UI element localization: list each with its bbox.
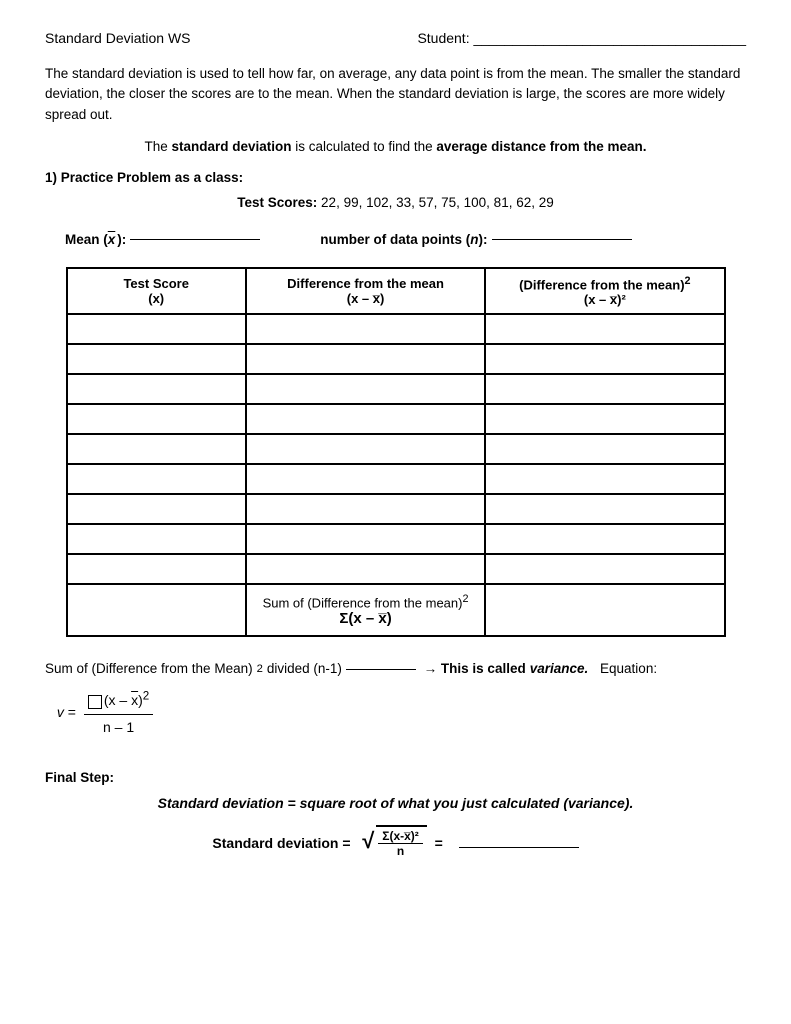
- table-row: [67, 554, 725, 584]
- sqrt-symbol: √: [362, 830, 374, 852]
- intro-paragraph: The standard deviation is used to tell h…: [45, 64, 746, 125]
- equation-label: Equation:: [600, 657, 657, 681]
- sqrt-numerator: Σ(x-x̅)²: [378, 829, 423, 844]
- page-header: Standard Deviation WS Student: _________…: [45, 30, 746, 46]
- student-field: Student: _______________________________…: [417, 30, 746, 46]
- sum-row: Sum of (Difference from the mean)2 Σ(x –…: [67, 584, 725, 636]
- sqrt-container: √ Σ(x-x̅)² n: [362, 825, 427, 858]
- test-scores-line: Test Scores: 22, 99, 102, 33, 57, 75, 10…: [45, 195, 746, 210]
- variance-section: Sum of (Difference from the Mean)2 divid…: [45, 657, 746, 739]
- mean-row: Mean (x): number of data points (n):: [65, 232, 746, 247]
- variance-sup: 2: [257, 659, 263, 679]
- frac-denominator: n – 1: [99, 715, 138, 740]
- variance-equation: v = (x – x)2 n – 1: [53, 686, 153, 740]
- final-italic-line: Standard deviation = square root of what…: [45, 795, 746, 811]
- sqrt-inner: Σ(x-x̅)² n: [376, 825, 427, 858]
- table-row: [67, 314, 725, 344]
- final-step-header: Final Step:: [45, 770, 746, 785]
- table-row: [67, 494, 725, 524]
- table-row: [67, 374, 725, 404]
- variance-arrow: → This is called: [420, 657, 526, 681]
- variance-line: Sum of (Difference from the Mean)2 divid…: [45, 657, 746, 739]
- scores-label: Test Scores:: [237, 195, 317, 210]
- sd-label: Standard deviation =: [212, 835, 350, 851]
- scores-values: 22, 99, 102, 33, 57, 75, 100, 81, 62, 29: [321, 195, 554, 210]
- col1-header: Test Score (x): [67, 268, 246, 314]
- variance-fraction: (x – x)2 n – 1: [84, 686, 153, 740]
- table-header-row: Test Score (x) Difference from the mean …: [67, 268, 725, 314]
- checkbox-square: [88, 695, 102, 709]
- table-row: [67, 434, 725, 464]
- sd-italic-post: = square root of what you just calculate…: [284, 795, 634, 811]
- table-row: [67, 404, 725, 434]
- table-row: [67, 464, 725, 494]
- bold-std-dev: standard deviation: [172, 139, 292, 154]
- data-table: Test Score (x) Difference from the mean …: [66, 267, 726, 638]
- variance-text-pre: Sum of (Difference from the Mean): [45, 657, 253, 681]
- center-description: The standard deviation is calculated to …: [45, 139, 746, 154]
- variance-text-mid: divided (n-1): [267, 657, 342, 681]
- mean-label: Mean (x):: [65, 232, 126, 247]
- npoints-label: number of data points (n):: [320, 232, 487, 247]
- mean-blank: [130, 239, 260, 240]
- table-row: [67, 524, 725, 554]
- sd-formula-line: Standard deviation = √ Σ(x-x̅)² n =: [45, 825, 746, 858]
- answer-blank: [459, 847, 579, 848]
- col2-header: Difference from the mean (x – x̅): [246, 268, 485, 314]
- center-pre: The: [145, 139, 172, 154]
- worksheet-title: Standard Deviation WS: [45, 30, 191, 46]
- sum-sigma-formula: Σ(x – x̅): [251, 610, 480, 627]
- npoints-blank: [492, 239, 632, 240]
- col3-sup: 2: [685, 275, 691, 287]
- sum-sup: 2: [462, 593, 468, 605]
- variance-word: variance.: [530, 661, 589, 676]
- equals-sign: =: [435, 835, 443, 851]
- sum-formula-col2: Sum of (Difference from the mean)2 Σ(x –…: [246, 584, 485, 636]
- sum-empty-col1: [67, 584, 246, 636]
- frac-numerator: (x – x)2: [84, 686, 153, 715]
- table-row: [67, 344, 725, 374]
- sum-label: Sum of (Difference from the mean)2: [251, 593, 480, 610]
- bold-avg-dist: average distance from the mean.: [436, 139, 646, 154]
- center-mid: is calculated to find the: [292, 139, 437, 154]
- variance-blank: [346, 669, 416, 670]
- sum-empty-col3: [485, 584, 724, 636]
- col3-header: (Difference from the mean)2 (x – x̅)²: [485, 268, 724, 314]
- problem-header: 1) Practice Problem as a class:: [45, 170, 746, 185]
- sqrt-denominator: n: [393, 844, 408, 858]
- sd-bold-pre: Standard deviation: [158, 795, 284, 811]
